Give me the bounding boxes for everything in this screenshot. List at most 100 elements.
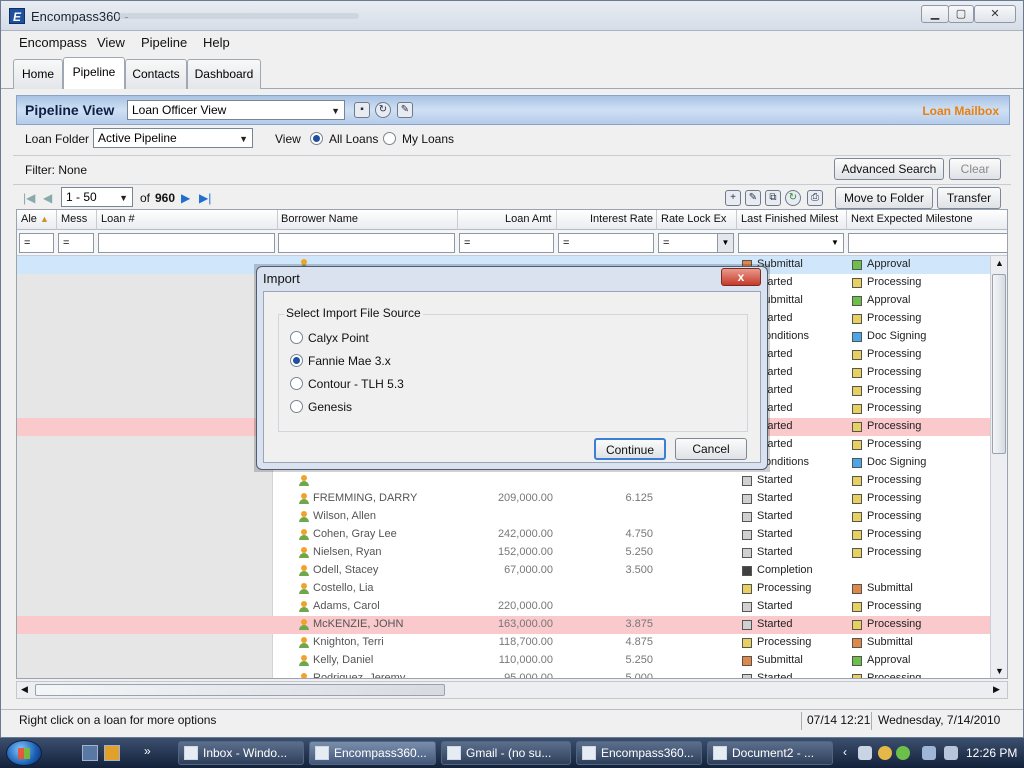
col-next-expected-milestone[interactable]: Next Expected Milestone	[851, 213, 973, 225]
tab-home[interactable]: Home	[13, 59, 63, 89]
tray-volume-icon[interactable]	[944, 746, 958, 760]
loan-folder-select[interactable]: Active Pipeline ▼	[93, 128, 253, 148]
media-player-icon[interactable]	[104, 745, 120, 761]
last-page-icon[interactable]: ▶|	[199, 191, 211, 205]
messages-filter-input[interactable]: =	[58, 233, 94, 253]
taskbar-item[interactable]: Encompass360...	[309, 741, 436, 765]
tray-update-icon[interactable]	[896, 746, 910, 760]
taskbar-item[interactable]: Encompass360...	[576, 741, 702, 765]
tab-contacts[interactable]: Contacts	[125, 59, 187, 89]
tray-security-icon[interactable]	[878, 746, 892, 760]
table-row[interactable]: Kelly, Daniel 110,000.00 5.250 Submittal App…	[17, 652, 990, 670]
table-row[interactable]: McKENZIE, JOHN 163,000.00 3.875 Started Proc…	[17, 616, 990, 634]
table-row[interactable]: Started Processing	[17, 472, 990, 490]
taskbar-item[interactable]: Gmail - (no su...	[441, 741, 571, 765]
alerts-filter-input[interactable]: =	[19, 233, 54, 253]
taskbar-clock[interactable]: 12:26 PM	[966, 746, 1017, 760]
column-divider[interactable]	[656, 210, 657, 230]
col-messages[interactable]: Mess	[61, 213, 87, 225]
show-desktop-icon[interactable]	[82, 745, 98, 761]
loan-amount-filter-input[interactable]: =	[459, 233, 554, 253]
menu-pipeline[interactable]: Pipeline	[141, 35, 187, 50]
maximize-button[interactable]: ▢	[948, 5, 974, 23]
fannie-mae-radio[interactable]	[290, 354, 303, 367]
close-window-button[interactable]: ✕	[974, 5, 1016, 23]
table-row[interactable]: FREMMING, DARRY 209,000.00 6.125 Started Pro…	[17, 490, 990, 508]
horizontal-scrollbar[interactable]: ◀ ▶	[16, 681, 1008, 699]
minimize-button[interactable]: ▁	[921, 5, 949, 23]
move-to-folder-button[interactable]: Move to Folder	[835, 187, 933, 209]
table-row[interactable]: Odell, Stacey 67,000.00 3.500 Completion	[17, 562, 990, 580]
last-milestone-filter-select[interactable]: ▼	[738, 233, 844, 253]
pipeline-view-select[interactable]: Loan Officer View ▼	[127, 100, 345, 120]
new-loan-icon[interactable]: +	[725, 190, 741, 206]
more-quicklaunch-icon[interactable]: »	[144, 744, 151, 758]
title-bar[interactable]: E Encompass360 - ▁ ▢ ✕	[1, 1, 1023, 31]
all-loans-radio[interactable]	[310, 132, 323, 145]
col-loan-amount[interactable]: Loan Amt	[505, 213, 551, 225]
interest-rate-filter-input[interactable]: =	[558, 233, 654, 253]
tray-network-icon[interactable]	[858, 746, 872, 760]
table-row[interactable]: Wilson, Allen Started Processing	[17, 508, 990, 526]
refresh-pipeline-icon[interactable]: ↻	[785, 190, 801, 206]
taskbar-item[interactable]: Inbox - Windo...	[178, 741, 304, 765]
continue-button[interactable]: Continue	[594, 438, 666, 460]
tab-pipeline[interactable]: Pipeline	[63, 57, 125, 90]
tray-expand-icon[interactable]: ‹	[843, 745, 847, 759]
tab-dashboard[interactable]: Dashboard	[187, 59, 261, 89]
table-row[interactable]: Nielsen, Ryan 152,000.00 5.250 Started Proce…	[17, 544, 990, 562]
col-loan-number[interactable]: Loan #	[101, 213, 135, 225]
loan-number-filter-input[interactable]	[98, 233, 275, 253]
next-milestone-filter-input[interactable]	[848, 233, 1007, 253]
tray-display-icon[interactable]	[922, 746, 936, 760]
prev-page-icon[interactable]: ◀	[43, 191, 52, 205]
page-range-select[interactable]: 1 - 50 ▼	[61, 187, 133, 207]
column-divider[interactable]	[277, 210, 278, 230]
column-divider[interactable]	[96, 210, 97, 230]
clear-filter-button[interactable]: Clear	[949, 158, 1001, 180]
borrower-filter-input[interactable]	[278, 233, 455, 253]
col-interest-rate[interactable]: Interest Rate	[590, 213, 653, 225]
scroll-right-icon[interactable]: ▶	[993, 684, 1000, 695]
table-row[interactable]: Costello, Lia Processing Submittal	[17, 580, 990, 598]
rate-lock-filter-input[interactable]: = ▼	[658, 233, 734, 253]
vertical-scroll-thumb[interactable]	[992, 274, 1006, 454]
duplicate-loan-icon[interactable]: ⧉	[765, 190, 781, 206]
transfer-button[interactable]: Transfer	[937, 187, 1001, 209]
contour-tlh-radio[interactable]	[290, 377, 303, 390]
table-row[interactable]: Knighton, Terri 118,700.00 4.875 Processing…	[17, 634, 990, 652]
menu-help[interactable]: Help	[203, 35, 230, 50]
chevron-down-icon[interactable]: ▼	[717, 234, 733, 252]
col-alerts[interactable]: Ale ▲	[21, 213, 49, 225]
vertical-scrollbar[interactable]: ▲ ▼	[990, 256, 1007, 678]
calyx-point-radio[interactable]	[290, 331, 303, 344]
first-page-icon[interactable]: |◀	[23, 191, 35, 205]
my-loans-radio[interactable]	[383, 132, 396, 145]
print-icon[interactable]: ⎙	[807, 190, 823, 206]
column-divider[interactable]	[556, 210, 557, 230]
loan-mailbox-link[interactable]: Loan Mailbox	[922, 104, 999, 118]
column-divider[interactable]	[56, 210, 57, 230]
advanced-search-button[interactable]: Advanced Search	[834, 158, 944, 180]
col-borrower-name[interactable]: Borrower Name	[281, 213, 358, 225]
edit-loan-icon[interactable]: ✎	[745, 190, 761, 206]
scroll-up-icon[interactable]: ▲	[995, 258, 1004, 268]
column-divider[interactable]	[457, 210, 458, 230]
scroll-down-icon[interactable]: ▼	[995, 666, 1004, 676]
taskbar-item[interactable]: Document2 - ...	[707, 741, 833, 765]
horizontal-scroll-thumb[interactable]	[35, 684, 445, 696]
table-row[interactable]: Cohen, Gray Lee 242,000.00 4.750 Started Pro…	[17, 526, 990, 544]
col-last-finished-milestone[interactable]: Last Finished Milest	[741, 213, 838, 225]
menu-encompass[interactable]: Encompass	[19, 35, 87, 50]
col-rate-lock-expiration[interactable]: Rate Lock Ex	[661, 213, 726, 225]
table-row[interactable]: Rodriguez, Jeremy 95,000.00 5.000 Started Pr…	[17, 670, 990, 678]
cancel-button[interactable]: Cancel	[675, 438, 747, 460]
scroll-left-icon[interactable]: ◀	[21, 684, 28, 695]
dialog-close-button[interactable]: x	[721, 268, 761, 286]
start-button[interactable]	[6, 740, 42, 766]
menu-view[interactable]: View	[97, 35, 125, 50]
refresh-icon[interactable]: ↻	[375, 102, 391, 118]
column-divider[interactable]	[846, 210, 847, 230]
genesis-radio[interactable]	[290, 400, 303, 413]
edit-view-icon[interactable]: ✎	[397, 102, 413, 118]
